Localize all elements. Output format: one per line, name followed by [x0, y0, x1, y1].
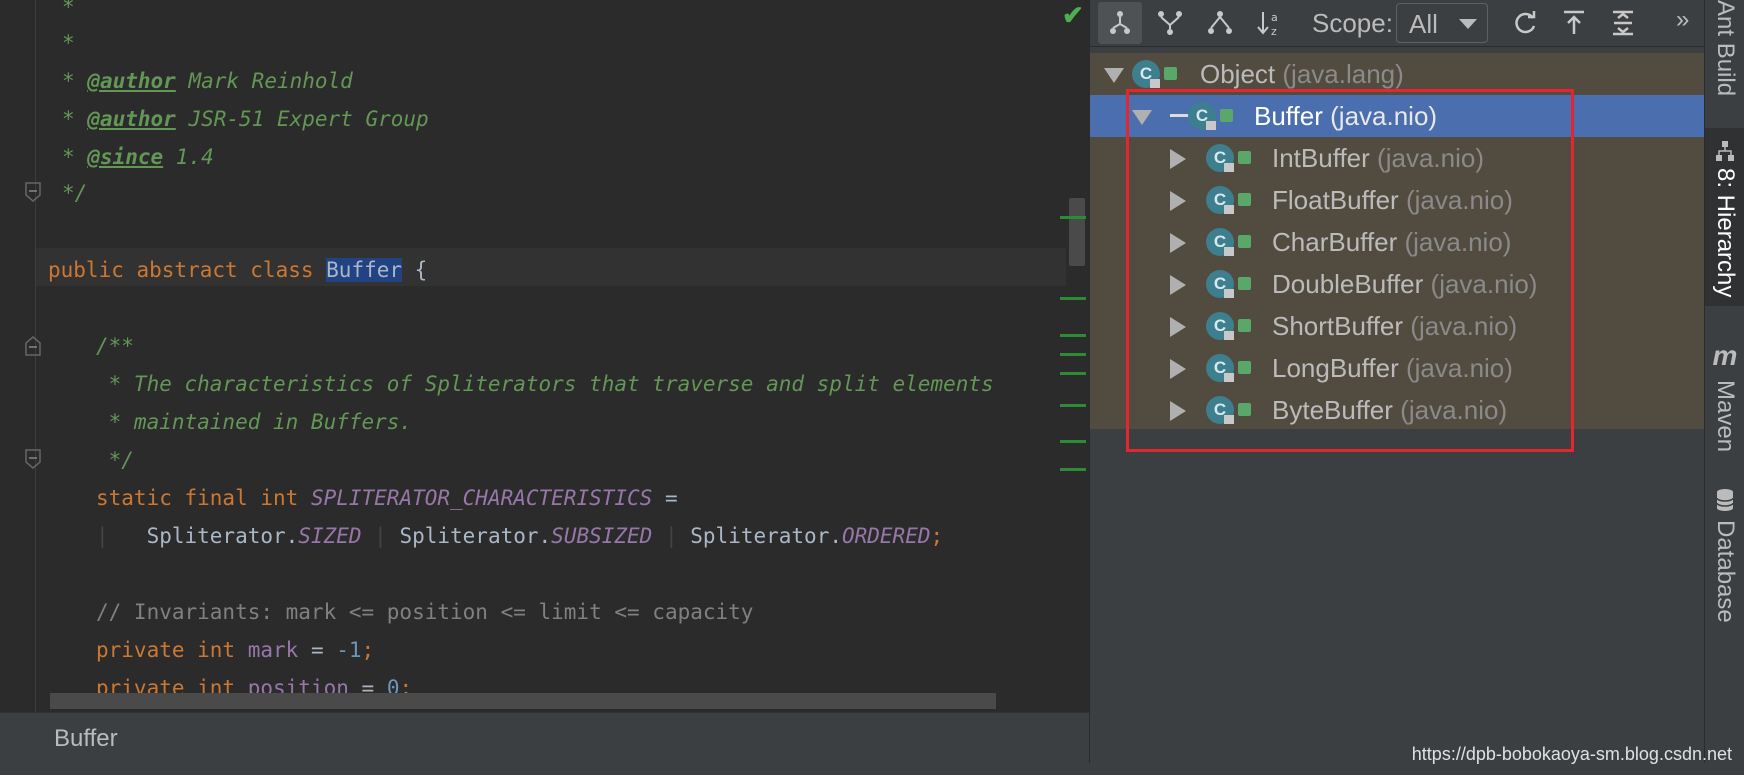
change-marker[interactable] [1060, 353, 1086, 356]
code-line: */ [62, 181, 88, 205]
fold-end-icon[interactable] [24, 448, 42, 470]
refresh-icon [1515, 11, 1536, 34]
code-line: * The characteristics of Spliterators th… [96, 372, 994, 396]
tab-hierarchy[interactable]: 8: Hierarchy [1705, 128, 1744, 306]
tab-ant-build[interactable]: Ant Build [1705, 0, 1744, 110]
code-line: * @since 1.4 [62, 145, 214, 169]
change-marker[interactable] [1060, 334, 1086, 337]
class-hierarchy-button[interactable] [1098, 2, 1142, 44]
code-line: * maintained in Buffers. [96, 410, 413, 434]
vertical-scrollbar-thumb[interactable] [1069, 198, 1085, 266]
code-line: private int mark = -1; [96, 638, 375, 662]
supertypes-button[interactable] [1148, 2, 1192, 44]
sort-alpha-icon: az [1257, 11, 1278, 38]
public-access-icon [1164, 67, 1177, 80]
expand-all-icon [1613, 10, 1633, 36]
code-line: * [62, 31, 75, 55]
sort-alphabetically-button[interactable]: az [1248, 2, 1292, 44]
scope-label: Scope: [1312, 8, 1393, 38]
export-icon [1564, 10, 1584, 34]
chevron-down-icon [1459, 19, 1477, 29]
fold-end-icon[interactable] [24, 181, 42, 203]
change-marker[interactable] [1060, 372, 1086, 375]
code-line: */ [96, 448, 134, 472]
scope-dropdown[interactable]: All [1396, 3, 1488, 43]
fold-start-icon[interactable] [24, 335, 42, 357]
export-button[interactable] [1552, 2, 1596, 44]
class-declaration-line: public abstract class Buffer { [48, 258, 428, 282]
svg-text:a: a [1271, 11, 1278, 24]
horizontal-scrollbar-thumb[interactable] [50, 693, 996, 709]
expand-all-button[interactable] [1601, 2, 1645, 44]
code-line: static final int SPLITERATOR_CHARACTERIS… [96, 486, 678, 510]
svg-text:z: z [1271, 25, 1277, 38]
change-marker[interactable] [1060, 297, 1086, 300]
change-marker[interactable] [1060, 440, 1086, 443]
code-line: /** [96, 334, 134, 358]
refresh-button[interactable] [1503, 2, 1547, 44]
watermark-text: https://dpb-bobokaoya-sm.blog.csdn.net [1411, 744, 1732, 764]
tab-database[interactable]: Database [1705, 488, 1744, 628]
collapse-arrow-icon[interactable] [1104, 68, 1124, 83]
supertypes-icon [1158, 11, 1182, 35]
type-hierarchy-icon [1110, 11, 1130, 34]
scope-value: All [1409, 9, 1438, 39]
tree-item-label: Object (java.lang) [1200, 59, 1404, 89]
breadcrumb-item[interactable]: Buffer [54, 725, 118, 753]
code-line: * @author JSR-51 Expert Group [62, 107, 429, 131]
tab-maven[interactable]: m Maven [1705, 340, 1744, 460]
code-editor[interactable]: * * * @author Mark Reinhold * @author JS… [0, 0, 1089, 712]
code-line: | Spliterator.SIZED | Spliterator.SUBSIZ… [96, 524, 944, 548]
hierarchy-toolbar: az Scope: All » [1090, 0, 1705, 47]
change-marker[interactable] [1060, 468, 1086, 471]
hierarchy-icon [1716, 141, 1734, 161]
subtypes-icon [1208, 11, 1232, 34]
change-marker[interactable] [1060, 216, 1086, 219]
breadcrumb-bar: Buffer [0, 712, 1089, 764]
highlighted-class-name: Buffer [326, 258, 403, 282]
right-tool-window-strip: Ant Build 8: Hierarchy m Maven Database [1704, 0, 1744, 763]
annotation-highlight-box [1126, 89, 1574, 452]
more-actions-button[interactable]: » [1676, 6, 1689, 34]
lock-icon [1150, 79, 1160, 88]
change-marker[interactable] [1060, 404, 1086, 407]
database-icon [1716, 489, 1734, 511]
code-line: // Invariants: mark <= position <= limit… [96, 600, 754, 624]
code-line: * [62, 0, 75, 19]
maven-icon: m [1712, 340, 1738, 371]
subtypes-button[interactable] [1198, 2, 1242, 44]
code-line: * @author Mark Reinhold [62, 69, 353, 93]
inspection-ok-icon[interactable]: ✔ [1062, 0, 1084, 31]
